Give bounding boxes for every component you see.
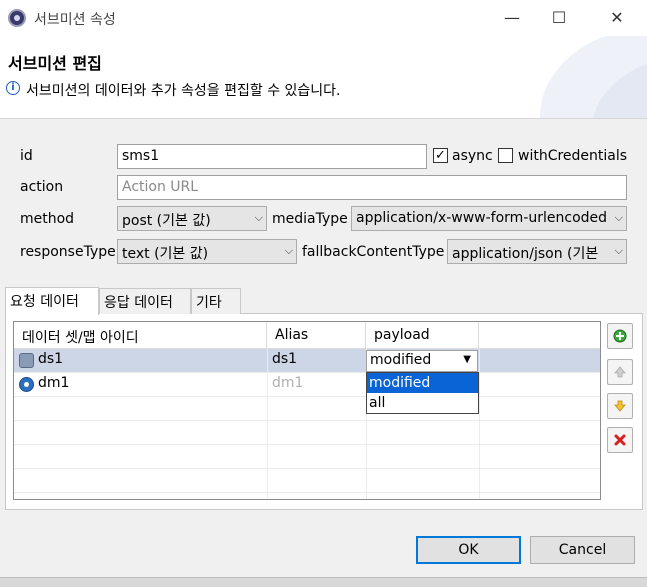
move-down-button[interactable] [607, 393, 633, 419]
fallback-content-type-label: fallbackContentType [302, 244, 445, 260]
tab-etc[interactable]: 기타 [191, 288, 241, 314]
response-type-label: responseType [20, 244, 116, 260]
media-type-label: mediaType [272, 211, 348, 227]
id-label: id [20, 148, 33, 164]
column-divider [267, 349, 268, 499]
async-checkbox[interactable]: ✓ [433, 148, 448, 163]
table-row-empty [14, 469, 600, 493]
media-type-value: application/x-www-form-urlencoded [356, 210, 608, 226]
ok-button[interactable]: OK [416, 536, 521, 564]
media-type-select[interactable]: application/x-www-form-urlencoded ⌵ [351, 206, 627, 231]
title-bar: 서브미션 속성 — ☐ ✕ [0, 0, 647, 36]
row-id: dm1 [38, 375, 70, 391]
background-strip [0, 577, 647, 587]
async-label: async [452, 148, 493, 164]
window-title: 서브미션 속성 [34, 12, 116, 28]
chevron-down-icon: ⌵ [254, 211, 263, 224]
column-header-filler [479, 322, 600, 349]
action-label: action [20, 179, 64, 195]
payload-option-modified[interactable]: modified [367, 373, 478, 393]
payload-option-all[interactable]: all [367, 393, 478, 413]
info-icon: i [6, 81, 20, 95]
action-input[interactable]: Action URL [117, 175, 627, 200]
method-label: method [20, 211, 75, 227]
fallback-content-type-select[interactable]: application/json (기본 ⌵ [447, 239, 627, 264]
app-icon [8, 9, 26, 27]
cancel-button[interactable]: Cancel [530, 536, 635, 564]
tab-request-data[interactable]: 요청 데이터 [5, 287, 99, 315]
close-icon[interactable]: ✕ [602, 6, 632, 30]
maximize-icon[interactable]: ☐ [544, 6, 574, 30]
row-alias[interactable]: dm1 [268, 373, 307, 397]
datamap-icon [19, 377, 34, 392]
id-input[interactable]: sms1 [117, 144, 427, 169]
with-credentials-checkbox[interactable] [498, 148, 513, 163]
column-divider [479, 349, 480, 499]
dialog-header: 서브미션 편집 i 서브미션의 데이터와 추가 속성을 편집할 수 있습니다. [0, 36, 647, 119]
arrow-up-icon [614, 366, 626, 378]
table-row-empty [14, 445, 600, 469]
tab-response-data[interactable]: 응답 데이터 [99, 288, 191, 314]
column-header-id[interactable]: 데이터 셋/맵 아이디 [14, 322, 267, 349]
method-value: post (기본 값) [122, 213, 211, 229]
table-row-empty [14, 421, 600, 445]
delete-button[interactable] [607, 427, 633, 453]
payload-combo-value: modified [370, 352, 432, 368]
dataset-icon [19, 353, 34, 368]
move-up-button[interactable] [607, 359, 633, 385]
table-row[interactable]: dm1 dm1 [14, 373, 600, 397]
table-row[interactable]: ds1 ds1 [14, 349, 600, 373]
table-row-empty [14, 397, 600, 421]
response-type-select[interactable]: text (기본 값) ⌵ [117, 239, 297, 264]
header-description: 서브미션의 데이터와 추가 속성을 편집할 수 있습니다. [26, 83, 341, 99]
column-header-alias[interactable]: Alias [267, 322, 366, 349]
data-table: 데이터 셋/맵 아이디 Alias payload ds1 ds1 dm1 dm… [13, 321, 601, 500]
row-alias[interactable]: ds1 [268, 349, 301, 373]
chevron-down-icon: ▼ [463, 354, 471, 365]
fallback-content-type-value: application/json (기본 [452, 246, 599, 262]
payload-combo[interactable]: modified ▼ [366, 350, 478, 372]
response-type-value: text (기본 값) [122, 246, 209, 262]
chevron-down-icon: ⌵ [284, 244, 293, 257]
arrow-down-icon [614, 400, 626, 412]
delete-icon [614, 434, 626, 446]
header-title: 서브미션 편집 [8, 54, 102, 73]
method-select[interactable]: post (기본 값) ⌵ [117, 206, 267, 231]
chevron-down-icon: ⌵ [614, 244, 623, 257]
payload-dropdown: modified all [366, 372, 479, 414]
column-header-payload[interactable]: payload [366, 322, 479, 349]
minimize-icon[interactable]: — [497, 6, 527, 30]
with-credentials-label: withCredentials [518, 148, 628, 164]
add-icon [613, 329, 627, 343]
add-button[interactable] [607, 323, 633, 349]
chevron-down-icon: ⌵ [614, 211, 623, 224]
row-id: ds1 [38, 351, 64, 367]
